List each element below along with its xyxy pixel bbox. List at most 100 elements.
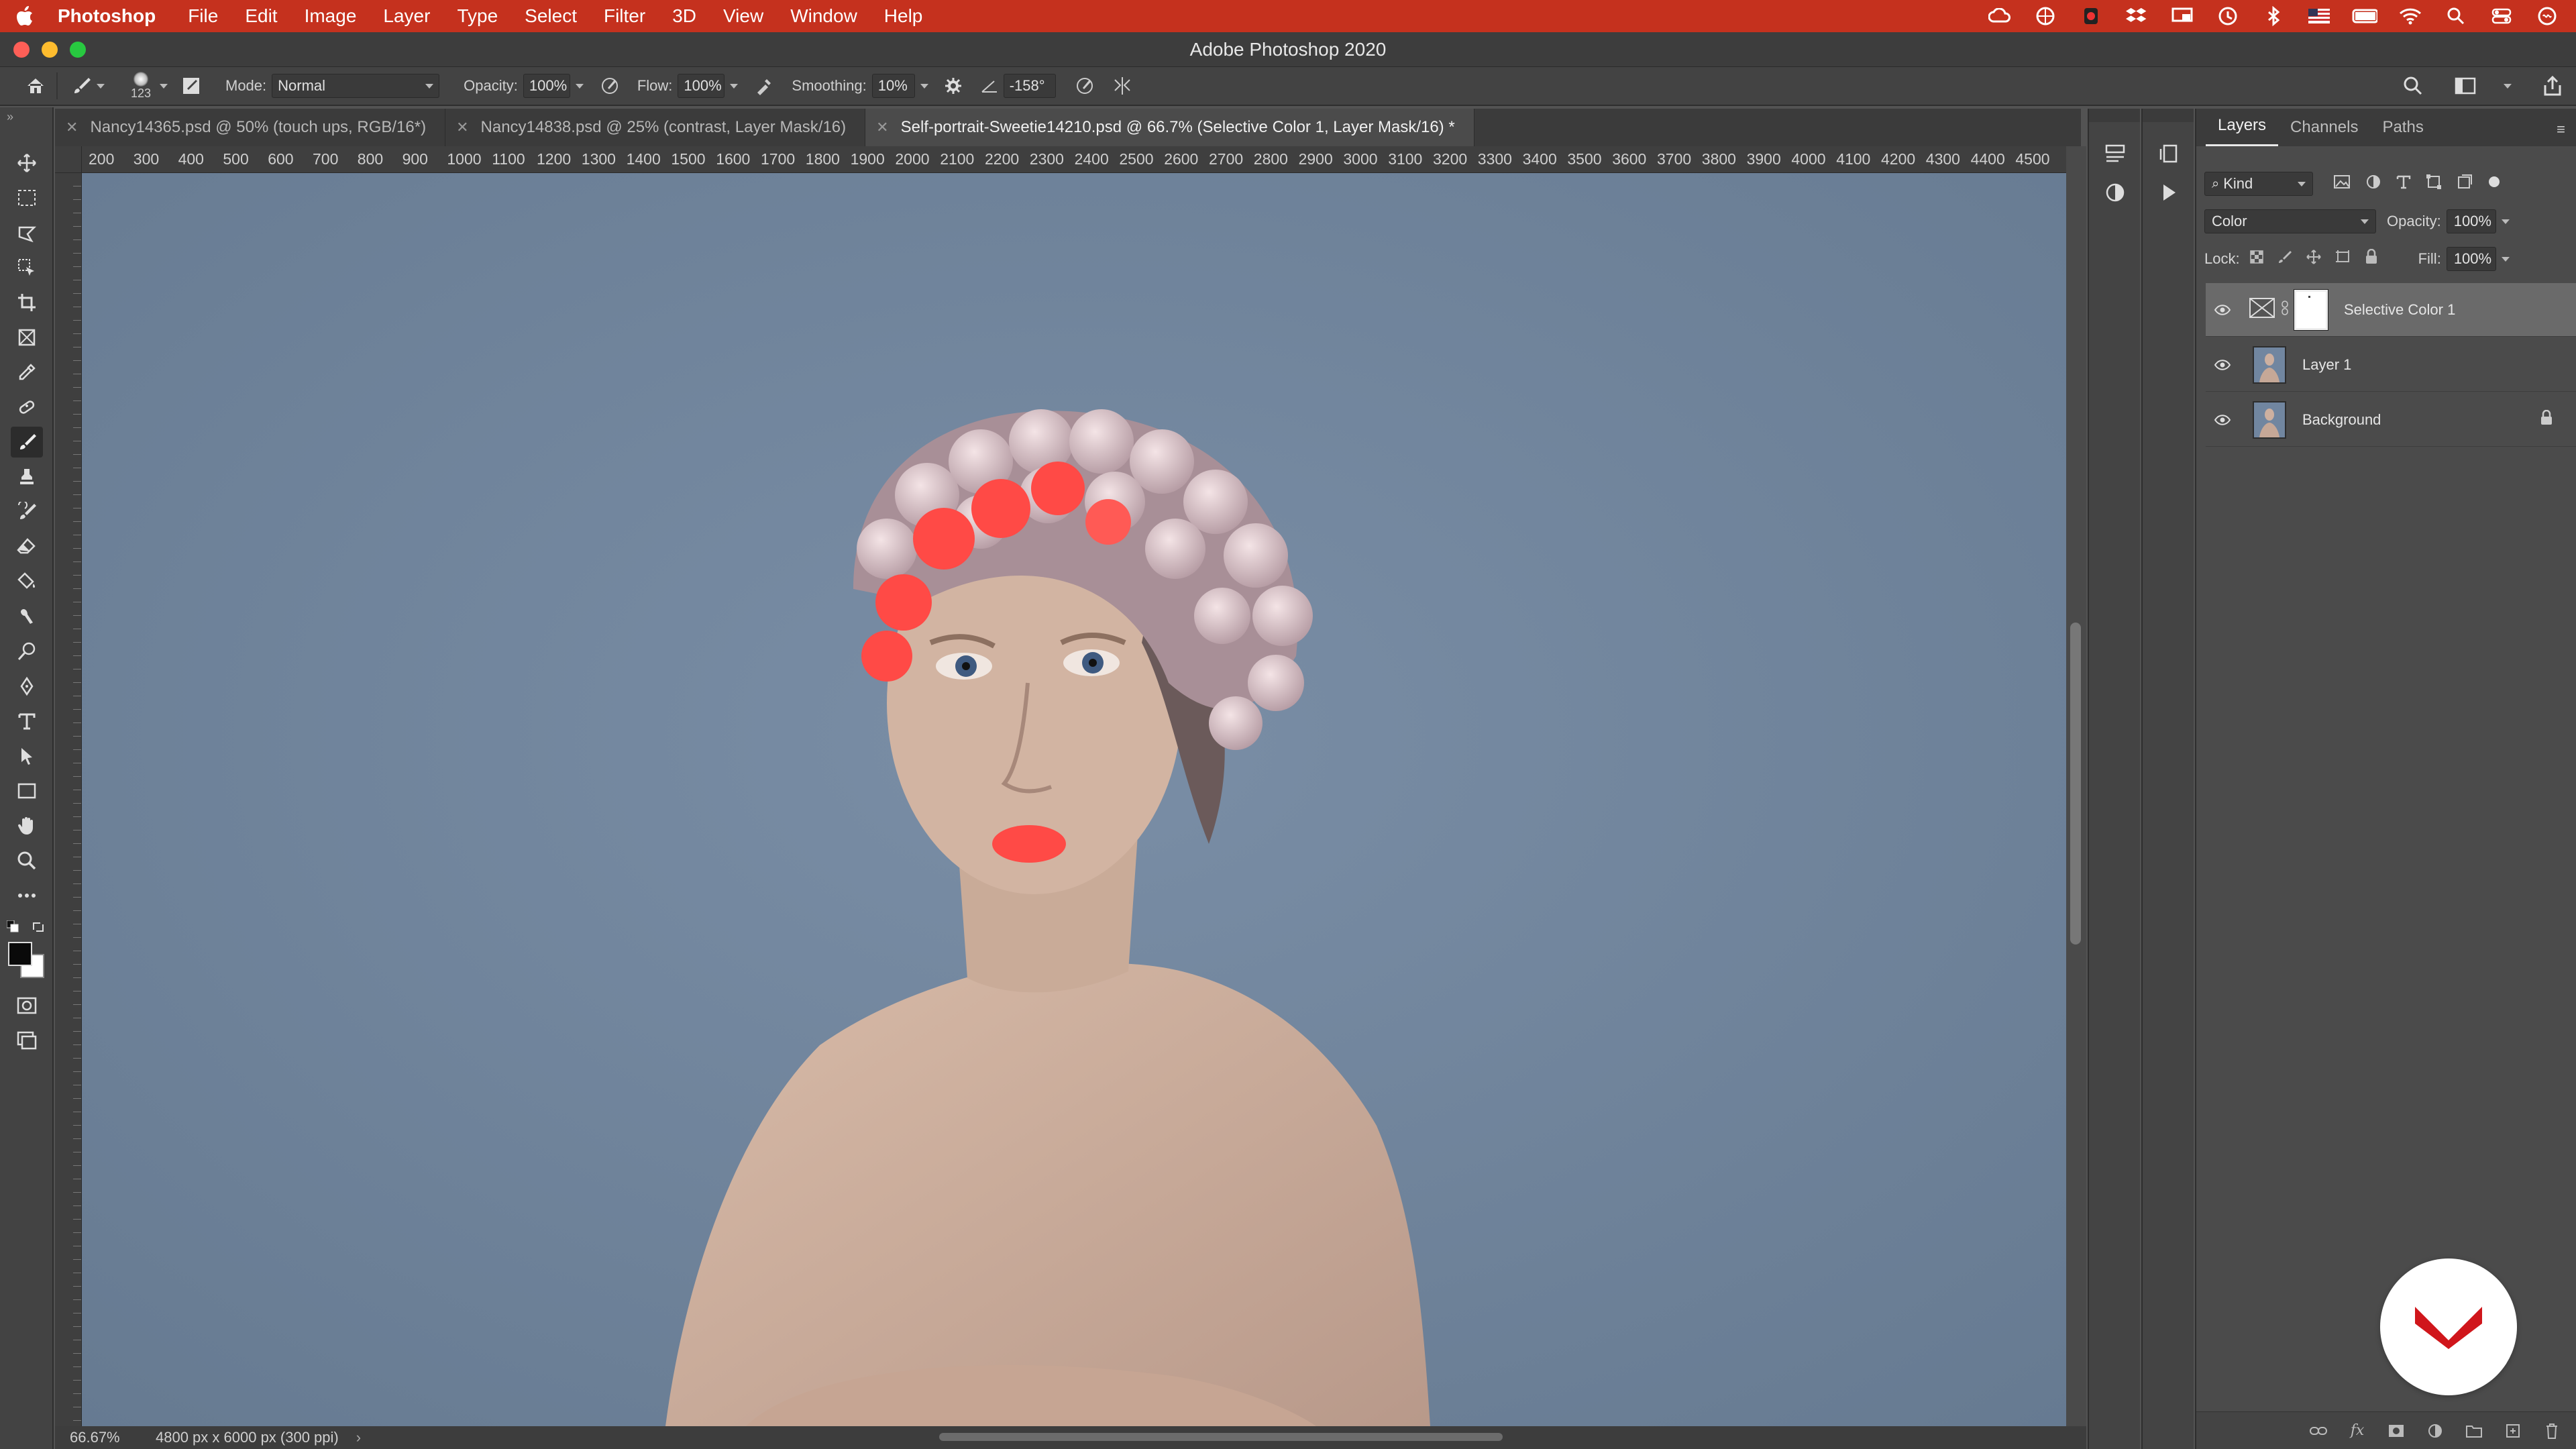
blend-mode-select[interactable]: Normal bbox=[272, 74, 440, 98]
menu-window[interactable]: Window bbox=[790, 5, 857, 27]
smoothing-slider-dropdown-icon[interactable] bbox=[920, 83, 928, 89]
brush-angle-input[interactable]: -158° bbox=[1003, 74, 1056, 98]
battery-icon[interactable] bbox=[2352, 6, 2377, 26]
path-selection-tool-icon[interactable] bbox=[11, 741, 43, 771]
layer-blend-mode-select[interactable]: Color bbox=[2204, 209, 2376, 233]
more-tools-icon[interactable] bbox=[11, 880, 43, 911]
creative-cloud-icon[interactable] bbox=[1987, 6, 2012, 26]
horizontal-ruler[interactable]: 200 300 400 500 600 700 800 900 1000 1100 1200 1300… bbox=[82, 146, 2066, 173]
status-menu-chevron-icon[interactable]: › bbox=[356, 1429, 361, 1446]
layer-opacity-input[interactable]: 100% bbox=[2446, 209, 2496, 233]
menu-file[interactable]: File bbox=[188, 5, 218, 27]
filter-adjustment-layers-icon[interactable] bbox=[2365, 174, 2381, 194]
brush-size-dropdown-icon[interactable] bbox=[160, 83, 168, 89]
layer-name[interactable]: Background bbox=[2302, 411, 2381, 429]
hand-tool-icon[interactable] bbox=[11, 810, 43, 841]
lock-transparent-pixels-icon[interactable] bbox=[2249, 250, 2264, 268]
menu-3d[interactable]: 3D bbox=[672, 5, 696, 27]
layer-mask-link-icon[interactable] bbox=[2281, 300, 2289, 320]
layer-row-selective-color-1[interactable]: Selective Color 1 bbox=[2206, 283, 2576, 337]
horizontal-scrollbar-thumb[interactable] bbox=[939, 1433, 1503, 1441]
lock-icon[interactable] bbox=[2540, 409, 2553, 430]
layer-effects-icon[interactable]: fx bbox=[2347, 1420, 2368, 1442]
menu-app-photoshop[interactable]: Photoshop bbox=[58, 5, 156, 27]
menu-layer[interactable]: Layer bbox=[383, 5, 430, 27]
siri-icon[interactable] bbox=[2534, 6, 2560, 26]
layer-mask-thumbnail[interactable] bbox=[2294, 288, 2328, 331]
lasso-tool-icon[interactable] bbox=[11, 217, 43, 248]
quick-mask-icon[interactable] bbox=[11, 990, 43, 1021]
control-center-icon[interactable] bbox=[2489, 6, 2514, 26]
history-panel-icon[interactable] bbox=[2155, 140, 2183, 168]
symmetry-icon[interactable] bbox=[1111, 74, 1134, 97]
delete-layer-icon[interactable] bbox=[2541, 1420, 2563, 1442]
layer-row-layer-1[interactable]: Layer 1 bbox=[2206, 338, 2576, 392]
link-layers-icon[interactable] bbox=[2308, 1420, 2329, 1442]
screen-mirroring-icon[interactable] bbox=[2169, 6, 2195, 26]
filter-toggle-icon[interactable] bbox=[2487, 175, 2501, 193]
search-icon[interactable] bbox=[2402, 74, 2424, 97]
gear-icon[interactable] bbox=[942, 74, 965, 97]
pressure-opacity-icon[interactable] bbox=[598, 74, 621, 97]
fill-slider-dropdown-icon[interactable] bbox=[2501, 256, 2510, 262]
layer-fill-input[interactable]: 100% bbox=[2446, 247, 2496, 271]
brush-tool-icon[interactable] bbox=[11, 427, 43, 458]
pen-tool-icon[interactable] bbox=[11, 671, 43, 702]
visibility-eye-icon[interactable] bbox=[2206, 414, 2239, 426]
clone-stamp-tool-icon[interactable] bbox=[11, 462, 43, 492]
visibility-eye-icon[interactable] bbox=[2206, 304, 2239, 316]
type-tool-icon[interactable] bbox=[11, 706, 43, 737]
lock-position-icon[interactable] bbox=[2306, 249, 2322, 269]
dock-collapse-bar[interactable] bbox=[2089, 109, 2140, 122]
workspace-icon[interactable] bbox=[2454, 74, 2477, 97]
document-tab[interactable]: ✕ Nancy14365.psd @ 50% (touch ups, RGB/1… bbox=[55, 109, 446, 146]
share-icon[interactable] bbox=[2541, 74, 2564, 97]
pressure-size-icon[interactable] bbox=[1073, 74, 1096, 97]
rectangle-tool-icon[interactable] bbox=[11, 775, 43, 806]
new-layer-icon[interactable] bbox=[2502, 1420, 2524, 1442]
lock-image-pixels-icon[interactable] bbox=[2277, 250, 2292, 268]
menu-view[interactable]: View bbox=[723, 5, 763, 27]
add-layer-mask-icon[interactable] bbox=[2385, 1420, 2407, 1442]
actions-play-icon[interactable] bbox=[2155, 178, 2183, 207]
eyedropper-tool-icon[interactable] bbox=[11, 357, 43, 388]
foreground-color-swatch[interactable] bbox=[8, 942, 32, 966]
brush-size-picker[interactable]: 123 bbox=[127, 71, 154, 101]
close-tab-icon[interactable]: ✕ bbox=[66, 119, 78, 136]
visibility-eye-icon[interactable] bbox=[2206, 359, 2239, 371]
history-brush-tool-icon[interactable] bbox=[11, 496, 43, 527]
close-tab-icon[interactable]: ✕ bbox=[456, 119, 468, 136]
healing-brush-tool-icon[interactable] bbox=[11, 392, 43, 423]
eraser-tool-icon[interactable] bbox=[11, 531, 43, 562]
move-tool-icon[interactable] bbox=[11, 148, 43, 178]
lock-all-icon[interactable] bbox=[2365, 248, 2378, 269]
brush-preset-dropdown-icon[interactable] bbox=[97, 83, 105, 89]
brush-tool-preset-icon[interactable] bbox=[70, 74, 93, 97]
tab-paths[interactable]: Paths bbox=[2370, 118, 2435, 146]
swap-colors-icon[interactable] bbox=[31, 919, 46, 934]
notification-icon[interactable] bbox=[2078, 6, 2104, 26]
document-canvas[interactable] bbox=[82, 173, 2066, 1426]
menu-help[interactable]: Help bbox=[884, 5, 923, 27]
layer-name[interactable]: Selective Color 1 bbox=[2344, 301, 2455, 319]
opacity-slider-dropdown-icon[interactable] bbox=[575, 83, 584, 89]
flow-input[interactable]: 100% bbox=[678, 74, 725, 98]
opacity-slider-dropdown-icon[interactable] bbox=[2501, 219, 2510, 224]
flag-icon[interactable] bbox=[2306, 6, 2332, 26]
workspace-dropdown-icon[interactable] bbox=[2504, 83, 2512, 89]
document-tab-active[interactable]: ✕ Self-portrait-Sweetie14210.psd @ 66.7%… bbox=[865, 109, 1474, 146]
time-machine-icon[interactable] bbox=[2215, 6, 2241, 26]
crop-tool-icon[interactable] bbox=[11, 287, 43, 318]
zoom-level[interactable]: 66.67% bbox=[55, 1429, 129, 1446]
smoothing-input[interactable]: 10% bbox=[871, 74, 915, 98]
menu-filter[interactable]: Filter bbox=[604, 5, 645, 27]
panel-menu-icon[interactable]: ≡ bbox=[2557, 121, 2565, 138]
vertical-ruler[interactable] bbox=[55, 173, 82, 1426]
properties-panel-icon[interactable] bbox=[2101, 140, 2129, 168]
bluetooth-icon[interactable] bbox=[2261, 6, 2286, 26]
document-tab[interactable]: ✕ Nancy14838.psd @ 25% (contrast, Layer … bbox=[445, 109, 866, 146]
dock-collapse-bar[interactable] bbox=[2143, 109, 2194, 122]
dodge-tool-icon[interactable] bbox=[11, 636, 43, 667]
layer-filter-kind-select[interactable]: ⌕ Kind bbox=[2204, 172, 2313, 196]
color-wheel-icon[interactable] bbox=[2033, 6, 2058, 26]
